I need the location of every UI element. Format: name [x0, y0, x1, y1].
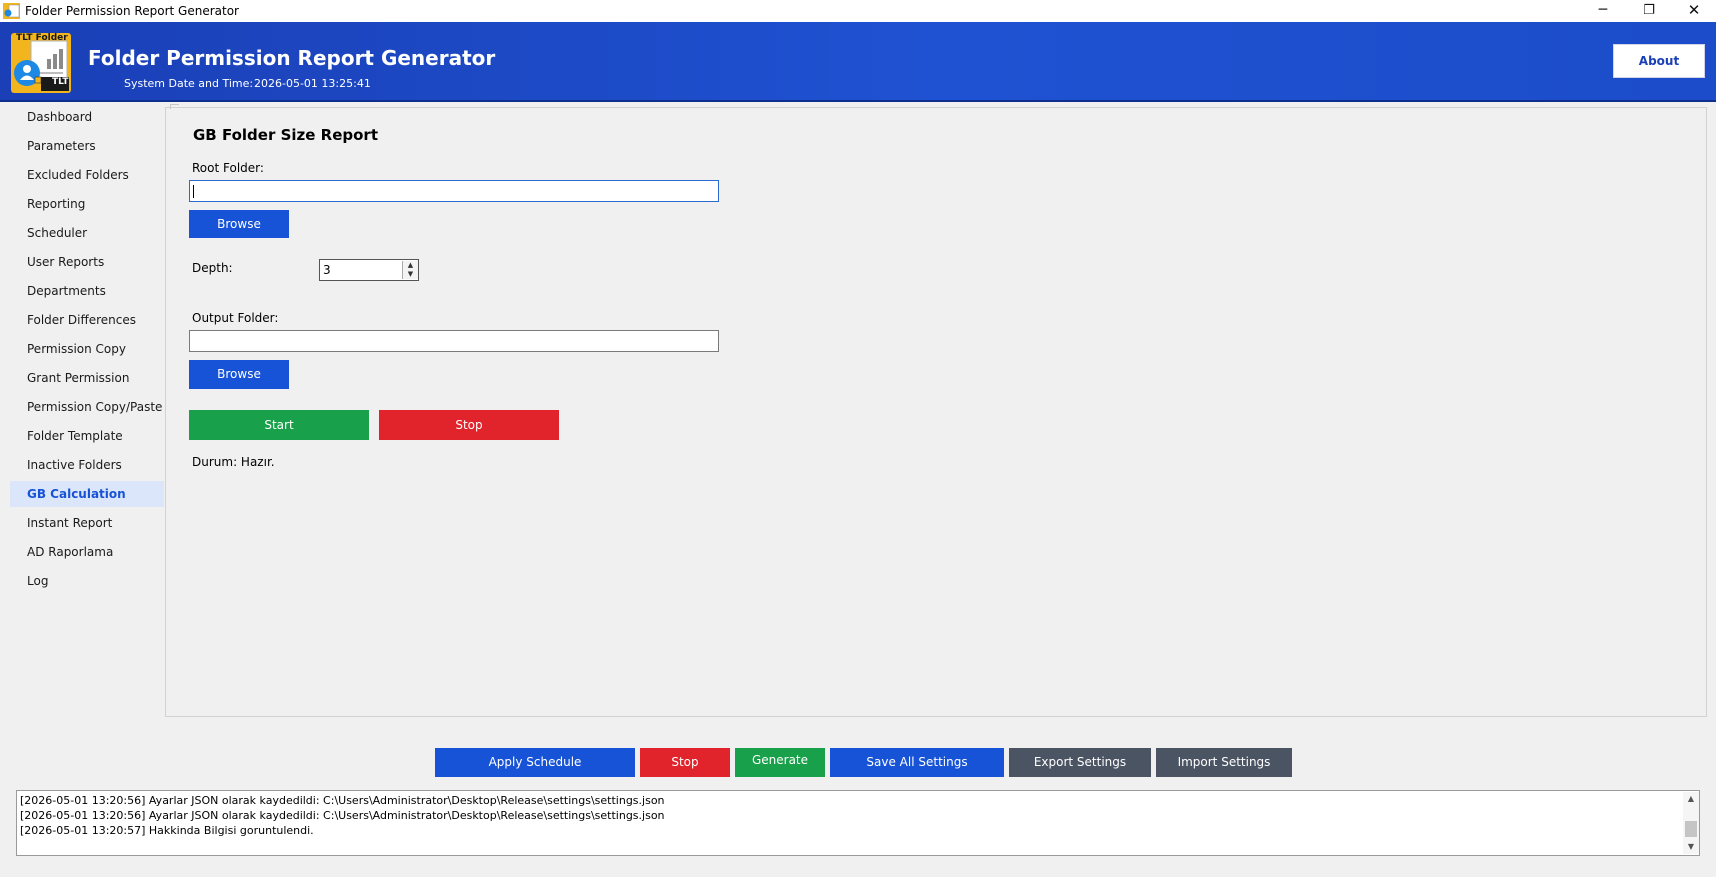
sidebar-item-parameters[interactable]: Parameters [10, 133, 164, 159]
header-banner: TLT Folder TLT Folder Permission Report … [0, 22, 1716, 100]
app-icon [3, 3, 20, 19]
header-divider [0, 100, 1716, 102]
stop-button[interactable]: Stop [379, 410, 559, 440]
logo-caption: TLT Folder [16, 33, 68, 43]
window-bottom-edge [0, 872, 1716, 877]
root-folder-browse-button[interactable]: Browse [189, 210, 289, 238]
log-output[interactable]: [2026-05-01 13:20:56] Ayarlar JSON olara… [16, 790, 1700, 856]
close-button[interactable]: ✕ [1671, 0, 1716, 22]
sidebar-item-ad-raporlama[interactable]: AD Raporlama [10, 539, 164, 565]
sidebar-item-permission-copy[interactable]: Permission Copy [10, 336, 164, 362]
sidebar-item-folder-differences[interactable]: Folder Differences [10, 307, 164, 333]
sidebar-item-scheduler[interactable]: Scheduler [10, 220, 164, 246]
sidebar-item-gb-calculation[interactable]: GB Calculation [10, 481, 164, 507]
minimize-button[interactable]: ─ [1580, 0, 1626, 22]
start-button[interactable]: Start [189, 410, 369, 440]
apply-schedule-button[interactable]: Apply Schedule [435, 748, 635, 777]
log-line: [2026-05-01 13:20:56] Ayarlar JSON olara… [20, 794, 665, 807]
window-title: Folder Permission Report Generator [25, 4, 239, 18]
depth-value: 3 [323, 263, 331, 277]
root-folder-input[interactable] [189, 180, 719, 202]
sidebar-item-departments[interactable]: Departments [10, 278, 164, 304]
output-folder-label: Output Folder: [192, 311, 279, 325]
log-scrollbar[interactable]: ▲ ▼ [1683, 792, 1699, 854]
output-folder-input[interactable] [189, 330, 719, 352]
sidebar-item-log[interactable]: Log [10, 568, 164, 594]
panel-corner [170, 104, 179, 109]
sidebar-item-instant-report[interactable]: Instant Report [10, 510, 164, 536]
toolbar-stop-button[interactable]: Stop [640, 748, 730, 777]
maximize-button[interactable]: ❐ [1626, 0, 1672, 22]
sidebar-item-user-reports[interactable]: User Reports [10, 249, 164, 275]
sidebar-item-dashboard[interactable]: Dashboard [10, 104, 164, 130]
app-title: Folder Permission Report Generator [88, 46, 496, 70]
scroll-down-icon[interactable]: ▼ [1683, 840, 1699, 854]
sidebar-item-permission-copy-paste[interactable]: Permission Copy/Paste [10, 394, 164, 420]
status-text: Durum: Hazır. [192, 455, 275, 469]
text-caret [193, 185, 194, 198]
output-folder-browse-button[interactable]: Browse [189, 360, 289, 389]
title-bar: Folder Permission Report Generator ─ ❐ ✕ [0, 0, 1716, 22]
datetime-value: 2026-05-01 13:25:41 [254, 77, 371, 90]
root-folder-label: Root Folder: [192, 161, 264, 175]
generate-button[interactable]: Generate [735, 748, 825, 777]
log-line: [2026-05-01 13:20:56] Ayarlar JSON olara… [20, 809, 665, 822]
scroll-thumb[interactable] [1685, 821, 1697, 837]
sidebar-nav: Dashboard Parameters Excluded Folders Re… [2, 104, 164, 718]
logo-badge: TLT [52, 77, 69, 87]
log-line: [2026-05-01 13:20:57] Hakkinda Bilgisi g… [20, 824, 314, 837]
import-settings-button[interactable]: Import Settings [1156, 748, 1292, 777]
stepper-down-icon[interactable]: ▼ [403, 270, 418, 279]
datetime-label: System Date and Time: [124, 77, 254, 90]
sidebar-item-grant-permission[interactable]: Grant Permission [10, 365, 164, 391]
export-settings-button[interactable]: Export Settings [1009, 748, 1151, 777]
sidebar-item-folder-template[interactable]: Folder Template [10, 423, 164, 449]
save-all-settings-button[interactable]: Save All Settings [830, 748, 1004, 777]
sidebar-item-inactive-folders[interactable]: Inactive Folders [10, 452, 164, 478]
sidebar-item-excluded-folders[interactable]: Excluded Folders [10, 162, 164, 188]
scroll-up-icon[interactable]: ▲ [1683, 792, 1699, 806]
depth-stepper[interactable]: 3 ▲ ▼ [319, 259, 419, 281]
sidebar-item-reporting[interactable]: Reporting [10, 191, 164, 217]
about-button[interactable]: About [1613, 44, 1705, 78]
section-title: GB Folder Size Report [193, 126, 378, 144]
depth-label: Depth: [192, 261, 233, 275]
depth-stepper-arrows: ▲ ▼ [402, 261, 418, 279]
